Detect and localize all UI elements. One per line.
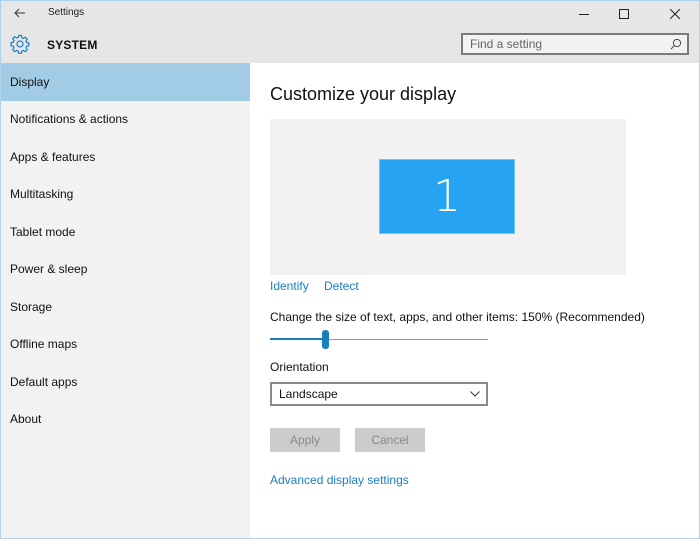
sidebar-item-label: Default apps [10,374,78,389]
page-title: Customize your display [270,84,457,104]
window-title: Settings [48,7,85,18]
sidebar: Display Notifications & actions Apps & f… [1,63,250,538]
orientation-dropdown[interactable]: Landscape [270,382,488,406]
back-arrow-icon [14,8,25,18]
sidebar-item-storage[interactable]: Storage [1,288,250,326]
display-preview: 1 [270,119,626,275]
search-box[interactable] [461,33,689,55]
search-icon[interactable] [670,38,682,50]
back-button[interactable] [9,4,31,22]
section-title: SYSTEM [47,38,98,52]
sidebar-item-default-apps[interactable]: Default apps [1,363,250,401]
detect-link[interactable]: Detect [324,279,359,293]
settings-window: Settings SYSTEM Display Notifications & … [0,0,700,539]
sidebar-item-offline-maps[interactable]: Offline maps [1,326,250,364]
search-input[interactable] [463,36,662,52]
sidebar-item-notifications[interactable]: Notifications & actions [1,101,250,139]
sidebar-item-display[interactable]: Display [1,63,250,101]
chevron-down-icon [470,391,480,397]
title-bar: Settings [1,1,699,26]
maximize-button[interactable] [601,1,647,26]
identify-link[interactable]: Identify [270,279,309,293]
sidebar-item-label: Notifications & actions [10,112,129,127]
monitor-1[interactable]: 1 [379,159,515,234]
header: SYSTEM [1,26,699,63]
orientation-value: Landscape [279,387,338,401]
gear-icon [10,34,30,54]
cancel-label: Cancel [371,433,409,447]
main-content: Customize your display 1 Identify Detect… [250,63,699,538]
maximize-icon [619,8,629,19]
sidebar-item-label: Tablet mode [10,224,76,239]
sidebar-item-label: Display [10,74,50,89]
sidebar-item-about[interactable]: About [1,401,250,439]
close-icon [670,8,680,19]
close-button[interactable] [651,1,699,26]
advanced-display-settings-link[interactable]: Advanced display settings [270,473,409,487]
sidebar-item-label: Storage [10,299,53,314]
scale-slider[interactable] [270,330,488,350]
monitor-number: 1 [433,171,461,222]
minimize-icon [579,13,589,15]
apply-button[interactable]: Apply [270,428,340,452]
orientation-label: Orientation [270,360,329,374]
sidebar-item-apps-features[interactable]: Apps & features [1,138,250,176]
sidebar-item-label: Multitasking [10,187,74,202]
sidebar-item-multitasking[interactable]: Multitasking [1,176,250,214]
slider-fill [270,338,325,340]
scale-label: Change the size of text, apps, and other… [270,310,645,324]
sidebar-item-label: Apps & features [10,149,96,164]
sidebar-item-label: About [10,412,42,427]
slider-thumb[interactable] [322,330,329,349]
sidebar-item-tablet-mode[interactable]: Tablet mode [1,213,250,251]
cancel-button[interactable]: Cancel [355,428,425,452]
sidebar-item-label: Offline maps [10,337,78,352]
apply-label: Apply [289,433,321,447]
sidebar-item-power-sleep[interactable]: Power & sleep [1,251,250,289]
sidebar-item-label: Power & sleep [10,262,88,277]
